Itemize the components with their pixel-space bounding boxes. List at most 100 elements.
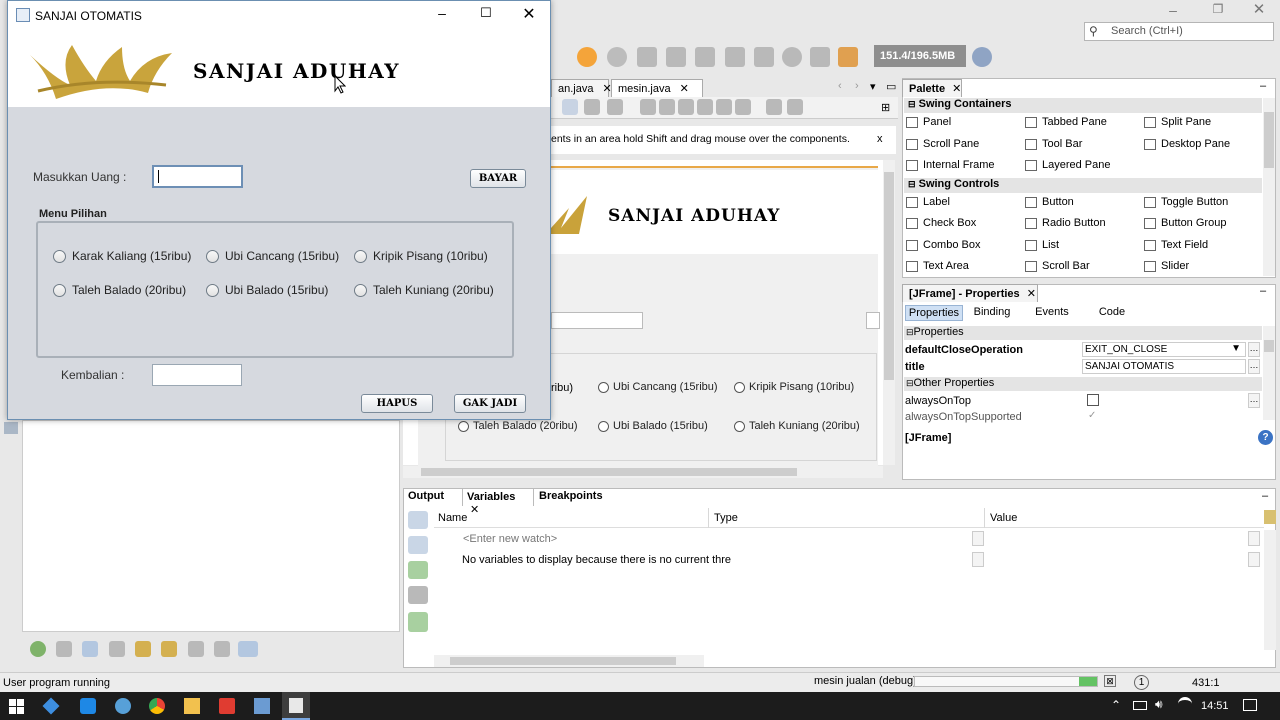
help-icon[interactable]: ? (1258, 430, 1273, 445)
netbeans-icon[interactable] (254, 698, 270, 714)
grid-icon[interactable]: ⊞ (881, 101, 890, 114)
palette-item-scroll-bar[interactable]: Scroll Bar (1025, 260, 1090, 272)
lock-icon[interactable] (135, 641, 151, 657)
tab-scroll-left-icon[interactable]: ‹ (838, 80, 842, 92)
notification-badge[interactable]: 1 (1134, 675, 1149, 690)
taskbar-app-icon-6[interactable] (219, 698, 235, 714)
app-minimize-button[interactable]: – (428, 5, 456, 25)
cell-ellipsis-button[interactable] (1248, 531, 1260, 546)
navigator-side-icon[interactable] (4, 422, 18, 434)
sort-desc-icon[interactable] (238, 641, 258, 657)
column-type[interactable]: Type (714, 512, 738, 524)
step-over-icon[interactable] (637, 47, 657, 67)
clock[interactable]: 14:51 (1201, 700, 1229, 712)
cancel-button[interactable]: GAK JADI (454, 394, 526, 413)
align-right-icon[interactable] (659, 99, 675, 115)
properties-minimize-icon[interactable]: – (1260, 285, 1266, 297)
align-center-icon[interactable] (678, 99, 694, 115)
palette-item-scroll-pane[interactable]: Scroll Pane (906, 138, 979, 150)
palette-item-combo-box[interactable]: Combo Box (906, 239, 980, 251)
designer-vertical-scrollbar[interactable] (883, 160, 895, 465)
palette-item-radio-button[interactable]: Radio Button (1025, 217, 1106, 229)
tool-icon-1[interactable] (30, 641, 46, 657)
tool-icon-6[interactable] (161, 641, 177, 657)
taskbar-store-icon[interactable] (80, 698, 96, 714)
palette-item-panel[interactable]: Panel (906, 116, 951, 128)
designer-radio-taleh-balado[interactable]: Taleh Balado (20ribu) (458, 420, 578, 432)
app-maximize-button[interactable]: ☐ (472, 5, 500, 25)
bottom-tab-variables[interactable]: Variables ✕ (462, 488, 534, 516)
palette-item-text-area[interactable]: Text Area (906, 260, 969, 272)
scrollbar-thumb[interactable] (1264, 112, 1274, 168)
other-properties-header[interactable]: ⊟Other Properties (904, 377, 1262, 391)
properties-section-header[interactable]: ⊟Properties (904, 326, 1262, 340)
change-output[interactable] (152, 364, 242, 386)
var-tool-icon-3[interactable] (408, 561, 428, 579)
radio-taleh-balado[interactable]: Taleh Balado (20ribu) (53, 283, 186, 297)
apply-changes-icon[interactable] (754, 47, 774, 67)
thread-icon[interactable] (810, 47, 830, 67)
scrollbar-thumb[interactable] (884, 172, 894, 380)
variables-vertical-scrollbar[interactable] (1264, 530, 1276, 650)
radio-ubi-cancang[interactable]: Ubi Cancang (15ribu) (206, 249, 339, 263)
column-name[interactable]: Name (438, 512, 467, 524)
variables-horizontal-scrollbar[interactable] (434, 655, 704, 667)
memory-indicator[interactable]: 151.4/196.5MB (874, 45, 966, 67)
palette-minimize-icon[interactable]: – (1260, 80, 1266, 92)
file-explorer-icon[interactable] (184, 698, 200, 714)
radio-karak-kaliang[interactable]: Karak Kaliang (15ribu) (53, 249, 191, 263)
properties-subtab-code[interactable]: Code (1090, 306, 1134, 318)
palette-item-button-group[interactable]: Button Group (1144, 217, 1226, 229)
cancel-process-icon[interactable]: ⊠ (1104, 675, 1116, 687)
money-input[interactable] (152, 165, 243, 188)
maximize-icon[interactable]: ▭ (886, 80, 896, 93)
ide-restore-button[interactable]: ❐ (1205, 2, 1231, 18)
palette-tab[interactable]: Palette ✕ (902, 79, 962, 97)
properties-tab[interactable]: [JFrame] - Properties ✕ (902, 284, 1038, 302)
designer-radio-ubi-balado[interactable]: Ubi Balado (15ribu) (598, 420, 708, 432)
properties-subtab-properties[interactable]: Properties (905, 305, 963, 321)
radio-kripik-pisang[interactable]: Kripik Pisang (10ribu) (354, 249, 488, 263)
volume-icon[interactable]: 🔊︎ (1155, 697, 1163, 712)
sort-icon[interactable] (188, 641, 204, 657)
app-titlebar[interactable]: SANJAI OTOMATIS – ☐ ✕ (8, 1, 550, 31)
align-baseline-icon[interactable] (735, 99, 751, 115)
property-value-dropdown[interactable]: EXIT_ON_CLOSE ▼ (1082, 342, 1246, 357)
hint-close-button[interactable]: x (877, 133, 883, 145)
designer-radio-taleh-kuniang[interactable]: Taleh Kuniang (20ribu) (734, 420, 860, 432)
palette-item-text-field[interactable]: Text Field (1144, 239, 1208, 251)
palette-containers-header[interactable]: ⊟ Swing Containers (904, 98, 1262, 113)
taskbar-app-icon-1[interactable] (42, 697, 60, 715)
taskbar-app-icon-3[interactable] (115, 698, 131, 714)
gc-icon[interactable] (972, 47, 992, 67)
selection-mode-icon[interactable] (562, 99, 578, 115)
clear-button[interactable]: HAPUS (361, 394, 433, 413)
run-to-cursor-icon[interactable] (725, 47, 745, 67)
ide-close-button[interactable]: ✕ (1246, 0, 1272, 18)
close-icon[interactable]: ✕ (1027, 288, 1036, 300)
tab-list-icon[interactable]: ▾ (870, 80, 876, 93)
tool-icon-3[interactable] (82, 641, 98, 657)
palette-item-slider[interactable]: Slider (1144, 260, 1189, 272)
wifi-icon[interactable] (1178, 697, 1192, 711)
palette-item-tabbed-pane[interactable]: Tabbed Pane (1025, 116, 1107, 128)
bottom-tab-output[interactable]: Output (408, 490, 444, 502)
property-ellipsis-button[interactable]: … (1248, 359, 1260, 374)
watch-placeholder[interactable]: <Enter new watch> (463, 533, 557, 545)
align-bottom-icon[interactable] (716, 99, 732, 115)
battery-icon[interactable] (1133, 701, 1147, 710)
var-tool-icon-5[interactable] (408, 612, 428, 632)
designer-input-field[interactable] (551, 312, 643, 329)
bottom-minimize-icon[interactable]: – (1262, 490, 1268, 502)
designer-button-edge[interactable] (866, 312, 880, 329)
designer-horizontal-scrollbar[interactable] (403, 466, 883, 478)
designer-radio-ubi-cancang[interactable]: Ubi Cancang (15ribu) (598, 381, 718, 393)
tab-scroll-right-icon[interactable]: › (855, 80, 859, 92)
tool-icon-2[interactable] (56, 641, 72, 657)
preview-icon[interactable] (607, 99, 623, 115)
palette-item-internal-frame[interactable]: Internal Frame (906, 159, 995, 171)
palette-item-list[interactable]: List (1025, 239, 1059, 251)
palette-item-button[interactable]: Button (1025, 196, 1074, 208)
resize-horizontal-icon[interactable] (766, 99, 782, 115)
search-box[interactable]: ⚲ Search (Ctrl+I) (1084, 22, 1274, 41)
